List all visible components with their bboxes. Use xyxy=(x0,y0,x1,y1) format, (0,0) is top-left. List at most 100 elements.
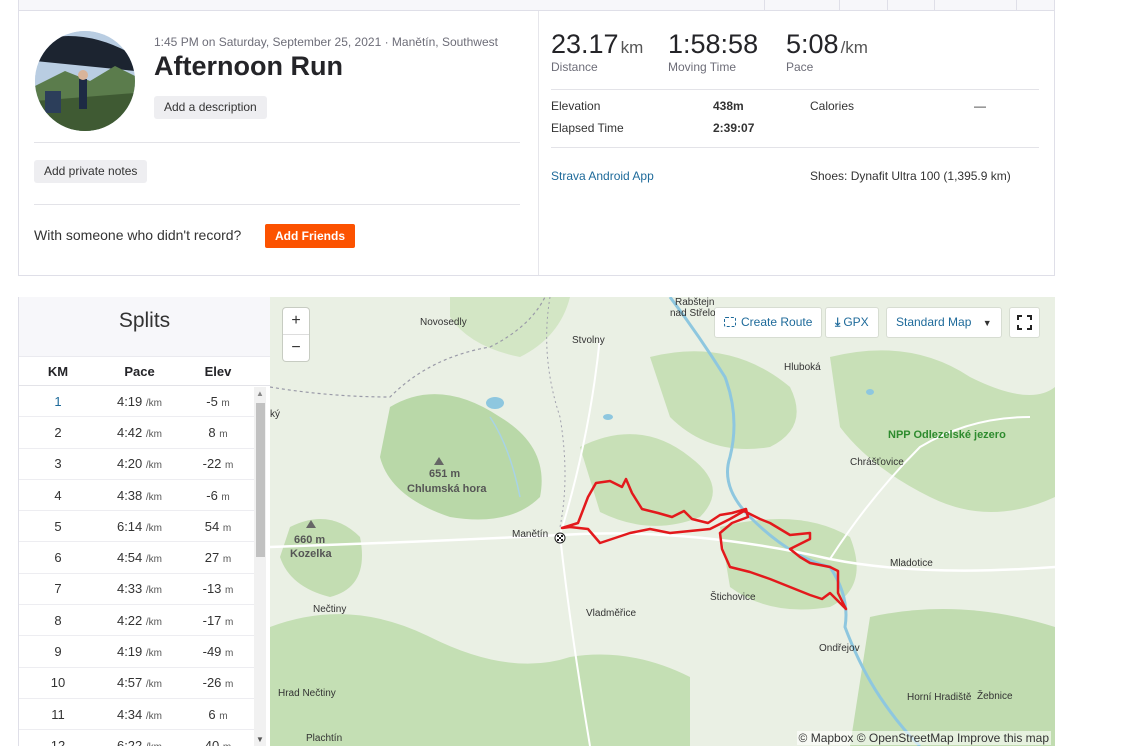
divider xyxy=(551,147,1039,148)
split-pace: 4:19 /km xyxy=(116,393,163,409)
split-km: 3 xyxy=(54,456,62,472)
place-label: Kozelka xyxy=(290,548,332,560)
create-route-button[interactable]: Create Route xyxy=(715,308,822,337)
zoom-control: + − xyxy=(283,308,309,361)
split-pace: 6:22 /km xyxy=(116,737,162,746)
splits-scrollbar[interactable]: ▲ ▼ xyxy=(254,387,266,746)
split-elev: 54 m xyxy=(204,518,232,534)
split-elev: -26 m xyxy=(202,675,234,691)
calories-label: Calories xyxy=(810,99,855,113)
col-km: KM xyxy=(47,363,69,379)
split-elev: 27 m xyxy=(204,550,232,566)
split-row[interactable]: 1 4:19 /km -5 m xyxy=(19,386,254,418)
page-title: Afternoon Run xyxy=(154,51,343,81)
avatar[interactable] xyxy=(35,31,135,131)
add-private-notes-button[interactable]: Add private notes xyxy=(34,160,148,183)
map-attribution[interactable]: © Mapbox © OpenStreetMap Improve this ma… xyxy=(796,731,1051,745)
place-label: Žebnice xyxy=(977,691,1013,702)
split-row[interactable]: 7 4:33 /km -13 m xyxy=(19,574,254,606)
gpx-button[interactable]: ⤓ GPX xyxy=(826,308,878,337)
splits-title: Splits xyxy=(19,297,270,357)
place-label: Manětín xyxy=(512,529,549,540)
split-km: 12 xyxy=(50,737,66,746)
split-row[interactable]: 6 4:54 /km 27 m xyxy=(19,542,254,574)
split-km: 10 xyxy=(50,675,66,691)
caret-down-icon: ▼ xyxy=(982,318,992,328)
split-elev: -49 m xyxy=(202,644,234,660)
map-canvas xyxy=(270,297,1055,746)
divider xyxy=(34,142,520,143)
fullscreen-button[interactable] xyxy=(1010,308,1039,337)
split-row[interactable]: 2 4:42 /km 8 m xyxy=(19,417,254,449)
pace-label: Pace xyxy=(786,60,814,74)
split-km: 8 xyxy=(54,612,62,628)
split-elev: -13 m xyxy=(202,581,234,597)
split-pace: 4:57 /km xyxy=(116,675,163,691)
split-elev: 6 m xyxy=(208,706,228,722)
place-label: Hrad Nečtiny xyxy=(278,688,336,699)
tab-divider xyxy=(764,0,765,10)
add-friends-button[interactable]: Add Friends xyxy=(265,224,356,248)
scroll-up-icon[interactable]: ▲ xyxy=(256,389,264,398)
split-pace: 4:34 /km xyxy=(116,706,163,722)
place-label: Štichovice xyxy=(710,592,756,603)
place-label: nad Střelou xyxy=(670,308,722,319)
create-route-label: Create Route xyxy=(741,315,813,329)
split-km: 5 xyxy=(54,518,62,534)
split-elev: 40 m xyxy=(204,737,231,746)
download-icon: ⤓ xyxy=(835,315,841,329)
activity-meta: 1:45 PM on Saturday, September 25, 2021 … xyxy=(154,35,498,49)
distance-value: 23.17 xyxy=(551,29,619,59)
split-row[interactable]: 3 4:20 /km -22 m xyxy=(19,449,254,480)
place-label: Plachtín xyxy=(306,733,343,744)
split-pace: 6:14 /km xyxy=(116,518,163,534)
split-pace: 4:33 /km xyxy=(116,581,163,597)
map-style-label: Standard Map xyxy=(896,315,972,329)
device-link[interactable]: Strava Android App xyxy=(551,169,654,183)
tab-divider xyxy=(887,0,888,10)
split-pace: 4:20 /km xyxy=(116,456,163,472)
place-label: NPP Odlezelské jezero xyxy=(888,429,1006,441)
shoes-info: Shoes: Dynafit Ultra 100 (1,395.9 km) xyxy=(810,169,1011,183)
scroll-down-icon[interactable]: ▼ xyxy=(256,735,264,744)
add-description-button[interactable]: Add a description xyxy=(154,96,267,119)
friends-question: With someone who didn't record? xyxy=(34,227,242,243)
splits-panel: Splits KM Pace Elev 1 4:19 /km -5 m 2 4:42 /… xyxy=(18,297,270,746)
split-elev: -22 m xyxy=(202,456,234,472)
scroll-thumb[interactable] xyxy=(256,403,265,557)
zoom-out-button[interactable]: − xyxy=(283,334,309,360)
zoom-in-button[interactable]: + xyxy=(283,308,309,334)
place-label: Vladměřice xyxy=(586,608,637,619)
split-km: 7 xyxy=(54,581,62,597)
col-pace: Pace xyxy=(124,363,155,379)
stat-moving-time: 1:58:58 Moving Time xyxy=(668,29,758,74)
activity-summary-card: 1:45 PM on Saturday, September 25, 2021 … xyxy=(18,10,1055,276)
splits-header: KM Pace Elev xyxy=(19,357,270,386)
split-km: 11 xyxy=(51,706,65,722)
split-pace: 4:19 /km xyxy=(116,644,163,660)
split-pace: 4:42 /km xyxy=(116,424,163,440)
route-icon xyxy=(724,317,736,327)
place-label: Mladotice xyxy=(890,558,933,569)
elevation-value: 438m xyxy=(713,99,744,113)
tab-divider xyxy=(1016,0,1017,10)
split-km: 4 xyxy=(54,487,62,503)
place-label: Stvolny xyxy=(572,335,605,346)
place-label: ký xyxy=(270,409,280,420)
split-row[interactable]: 5 6:14 /km 54 m xyxy=(19,511,254,543)
split-row[interactable]: 8 4:22 /km -17 m xyxy=(19,605,254,637)
divider xyxy=(551,89,1039,90)
split-row[interactable]: 9 4:19 /km -49 m xyxy=(19,636,254,668)
col-elev: Elev xyxy=(204,363,232,379)
split-row[interactable]: 11 4:34 /km 6 m xyxy=(19,699,254,731)
split-row[interactable]: 4 4:38 /km -6 m xyxy=(19,480,254,512)
place-label: Chlumská hora xyxy=(407,483,487,495)
route-map[interactable]: Novosedly Rabštejn nad Střelou Stvolny H… xyxy=(270,297,1055,746)
distance-unit: km xyxy=(620,38,644,57)
map-style-select[interactable]: Standard Map ▼ xyxy=(887,308,1001,337)
card-divider xyxy=(538,11,539,275)
split-elev: 8 m xyxy=(208,424,228,440)
split-row[interactable]: 10 4:57 /km -26 m xyxy=(19,668,254,699)
tab-divider xyxy=(839,0,840,10)
split-row[interactable]: 12 6:22 /km 40 m xyxy=(19,730,254,746)
